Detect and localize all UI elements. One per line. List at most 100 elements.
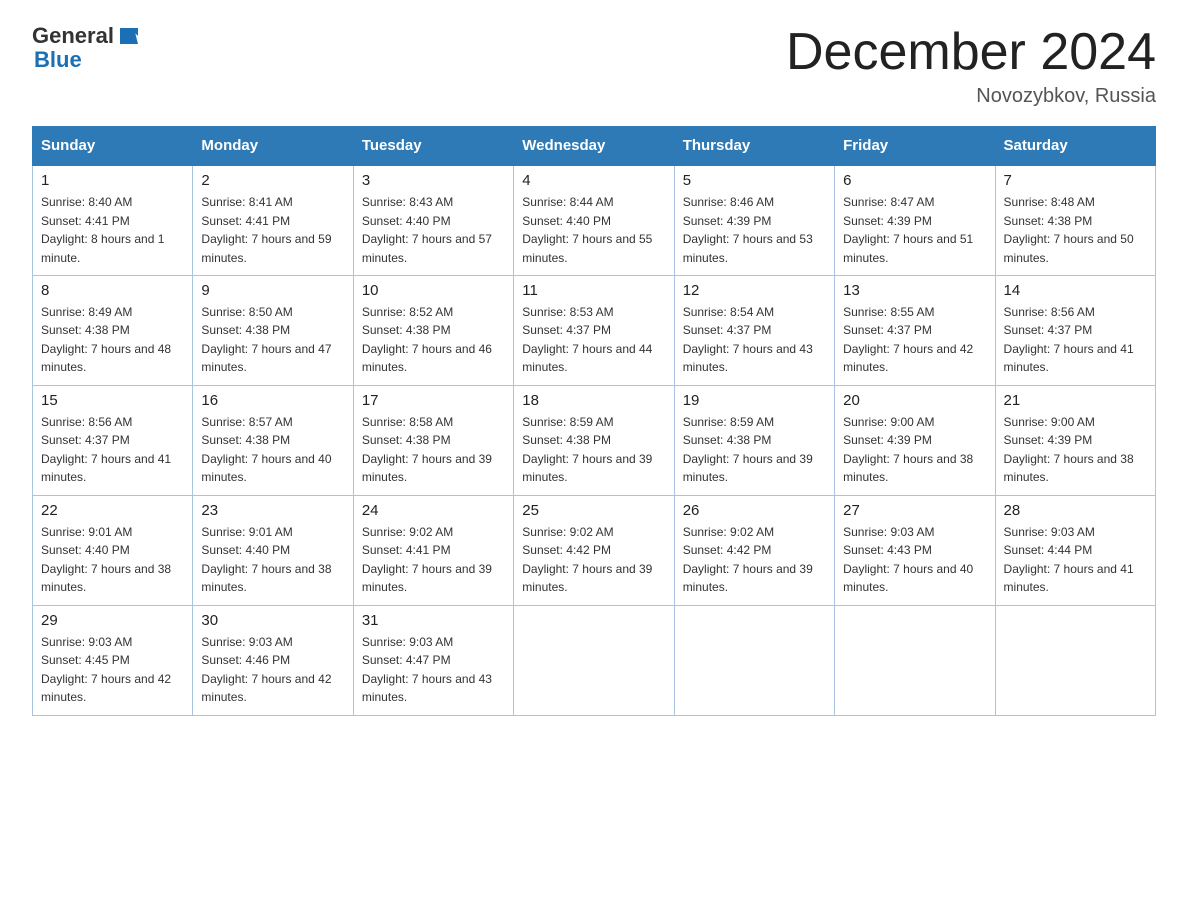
calendar-cell: 4Sunrise: 8:44 AMSunset: 4:40 PMDaylight… — [514, 165, 674, 275]
day-info: Sunrise: 8:50 AMSunset: 4:38 PMDaylight:… — [201, 303, 344, 377]
calendar-cell: 17 Sunrise: 8:58 AMSunset: 4:38 PMDayligh… — [353, 385, 513, 495]
calendar-cell: 31 Sunrise: 9:03 AMSunset: 4:47 PMDayligh… — [353, 605, 513, 715]
day-info: Sunrise: 9:02 AMSunset: 4:42 PMDaylight:… — [522, 523, 665, 597]
day-number: 17 — [362, 392, 505, 409]
calendar-header: SundayMondayTuesdayWednesdayThursdayFrid… — [33, 127, 1156, 166]
day-number: 13 — [843, 282, 986, 299]
calendar-body: 1 Sunrise: 8:40 AMSunset: 4:41 PMDaylight… — [33, 165, 1156, 715]
calendar-table: SundayMondayTuesdayWednesdayThursdayFrid… — [32, 126, 1156, 716]
day-info: Sunrise: 9:00 AMSunset: 4:39 PMDaylight:… — [1004, 413, 1147, 487]
calendar-cell: 10Sunrise: 8:52 AMSunset: 4:38 PMDayligh… — [353, 275, 513, 385]
calendar-cell: 30 Sunrise: 9:03 AMSunset: 4:46 PMDayligh… — [193, 605, 353, 715]
calendar-cell: 5 Sunrise: 8:46 AMSunset: 4:39 PMDaylight… — [674, 165, 834, 275]
day-number: 15 — [41, 392, 184, 409]
day-info: Sunrise: 8:59 AMSunset: 4:38 PMDaylight:… — [683, 413, 826, 487]
day-info: Sunrise: 9:02 AMSunset: 4:41 PMDaylight:… — [362, 523, 505, 597]
day-info: Sunrise: 8:43 AMSunset: 4:40 PMDaylight:… — [362, 193, 505, 267]
calendar-cell: 11 Sunrise: 8:53 AMSunset: 4:37 PMDayligh… — [514, 275, 674, 385]
calendar-cell — [514, 605, 674, 715]
day-number: 1 — [41, 172, 184, 189]
header-day-wednesday: Wednesday — [514, 127, 674, 166]
day-number: 2 — [201, 172, 344, 189]
page-header: General Blue December 2024 Novozybkov, R… — [32, 24, 1156, 108]
calendar-cell: 26 Sunrise: 9:02 AMSunset: 4:42 PMDayligh… — [674, 495, 834, 605]
day-number: 30 — [201, 612, 344, 629]
day-number: 26 — [683, 502, 826, 519]
day-number: 6 — [843, 172, 986, 189]
day-info: Sunrise: 8:46 AMSunset: 4:39 PMDaylight:… — [683, 193, 826, 267]
day-number: 3 — [362, 172, 505, 189]
week-row-2: 8Sunrise: 8:49 AMSunset: 4:38 PMDaylight… — [33, 275, 1156, 385]
day-number: 31 — [362, 612, 505, 629]
calendar-cell: 21 Sunrise: 9:00 AMSunset: 4:39 PMDayligh… — [995, 385, 1155, 495]
day-info: Sunrise: 9:03 AMSunset: 4:46 PMDaylight:… — [201, 633, 344, 707]
calendar-cell: 3 Sunrise: 8:43 AMSunset: 4:40 PMDaylight… — [353, 165, 513, 275]
day-info: Sunrise: 8:54 AMSunset: 4:37 PMDaylight:… — [683, 303, 826, 377]
calendar-cell — [995, 605, 1155, 715]
calendar-cell: 22 Sunrise: 9:01 AMSunset: 4:40 PMDayligh… — [33, 495, 193, 605]
header-row: SundayMondayTuesdayWednesdayThursdayFrid… — [33, 127, 1156, 166]
logo-icon — [116, 26, 138, 48]
day-number: 11 — [522, 282, 665, 299]
day-info: Sunrise: 8:53 AMSunset: 4:37 PMDaylight:… — [522, 303, 665, 377]
day-number: 20 — [843, 392, 986, 409]
calendar-cell: 1 Sunrise: 8:40 AMSunset: 4:41 PMDaylight… — [33, 165, 193, 275]
day-info: Sunrise: 8:49 AMSunset: 4:38 PMDaylight:… — [41, 303, 184, 377]
header-day-saturday: Saturday — [995, 127, 1155, 166]
day-info: Sunrise: 8:40 AMSunset: 4:41 PMDaylight:… — [41, 193, 184, 267]
day-number: 9 — [201, 282, 344, 299]
week-row-3: 15Sunrise: 8:56 AMSunset: 4:37 PMDayligh… — [33, 385, 1156, 495]
header-day-thursday: Thursday — [674, 127, 834, 166]
day-info: Sunrise: 8:44 AMSunset: 4:40 PMDaylight:… — [522, 193, 665, 267]
week-row-4: 22 Sunrise: 9:01 AMSunset: 4:40 PMDayligh… — [33, 495, 1156, 605]
header-day-monday: Monday — [193, 127, 353, 166]
month-title: December 2024 — [786, 24, 1156, 81]
day-number: 12 — [683, 282, 826, 299]
day-info: Sunrise: 8:48 AMSunset: 4:38 PMDaylight:… — [1004, 193, 1147, 267]
day-number: 5 — [683, 172, 826, 189]
day-number: 23 — [201, 502, 344, 519]
day-number: 28 — [1004, 502, 1147, 519]
calendar-cell: 13 Sunrise: 8:55 AMSunset: 4:37 PMDayligh… — [835, 275, 995, 385]
day-info: Sunrise: 9:00 AMSunset: 4:39 PMDaylight:… — [843, 413, 986, 487]
day-info: Sunrise: 9:03 AMSunset: 4:45 PMDaylight:… — [41, 633, 184, 707]
day-info: Sunrise: 9:01 AMSunset: 4:40 PMDaylight:… — [201, 523, 344, 597]
title-block: December 2024 Novozybkov, Russia — [786, 24, 1156, 108]
calendar-cell: 7 Sunrise: 8:48 AMSunset: 4:38 PMDaylight… — [995, 165, 1155, 275]
day-number: 18 — [522, 392, 665, 409]
day-info: Sunrise: 9:02 AMSunset: 4:42 PMDaylight:… — [683, 523, 826, 597]
day-number: 21 — [1004, 392, 1147, 409]
day-number: 19 — [683, 392, 826, 409]
header-day-friday: Friday — [835, 127, 995, 166]
day-number: 29 — [41, 612, 184, 629]
calendar-cell — [674, 605, 834, 715]
calendar-cell: 15Sunrise: 8:56 AMSunset: 4:37 PMDayligh… — [33, 385, 193, 495]
day-number: 27 — [843, 502, 986, 519]
day-info: Sunrise: 8:47 AMSunset: 4:39 PMDaylight:… — [843, 193, 986, 267]
day-info: Sunrise: 8:58 AMSunset: 4:38 PMDaylight:… — [362, 413, 505, 487]
calendar-cell: 14Sunrise: 8:56 AMSunset: 4:37 PMDayligh… — [995, 275, 1155, 385]
calendar-cell: 8Sunrise: 8:49 AMSunset: 4:38 PMDaylight… — [33, 275, 193, 385]
day-info: Sunrise: 9:03 AMSunset: 4:43 PMDaylight:… — [843, 523, 986, 597]
calendar-cell: 2 Sunrise: 8:41 AMSunset: 4:41 PMDaylight… — [193, 165, 353, 275]
logo: General Blue — [32, 24, 138, 72]
calendar-cell: 18Sunrise: 8:59 AMSunset: 4:38 PMDayligh… — [514, 385, 674, 495]
day-number: 16 — [201, 392, 344, 409]
calendar-cell: 29 Sunrise: 9:03 AMSunset: 4:45 PMDayligh… — [33, 605, 193, 715]
logo-blue: Blue — [34, 47, 82, 72]
day-number: 10 — [362, 282, 505, 299]
day-number: 22 — [41, 502, 184, 519]
location: Novozybkov, Russia — [786, 85, 1156, 108]
calendar-cell: 9 Sunrise: 8:50 AMSunset: 4:38 PMDaylight… — [193, 275, 353, 385]
day-number: 7 — [1004, 172, 1147, 189]
calendar-cell: 12 Sunrise: 8:54 AMSunset: 4:37 PMDayligh… — [674, 275, 834, 385]
day-info: Sunrise: 8:41 AMSunset: 4:41 PMDaylight:… — [201, 193, 344, 267]
calendar-cell: 20 Sunrise: 9:00 AMSunset: 4:39 PMDayligh… — [835, 385, 995, 495]
day-info: Sunrise: 8:55 AMSunset: 4:37 PMDaylight:… — [843, 303, 986, 377]
day-info: Sunrise: 9:03 AMSunset: 4:47 PMDaylight:… — [362, 633, 505, 707]
day-info: Sunrise: 9:01 AMSunset: 4:40 PMDaylight:… — [41, 523, 184, 597]
week-row-1: 1 Sunrise: 8:40 AMSunset: 4:41 PMDaylight… — [33, 165, 1156, 275]
header-day-tuesday: Tuesday — [353, 127, 513, 166]
calendar-cell: 23 Sunrise: 9:01 AMSunset: 4:40 PMDayligh… — [193, 495, 353, 605]
calendar-cell: 27 Sunrise: 9:03 AMSunset: 4:43 PMDayligh… — [835, 495, 995, 605]
